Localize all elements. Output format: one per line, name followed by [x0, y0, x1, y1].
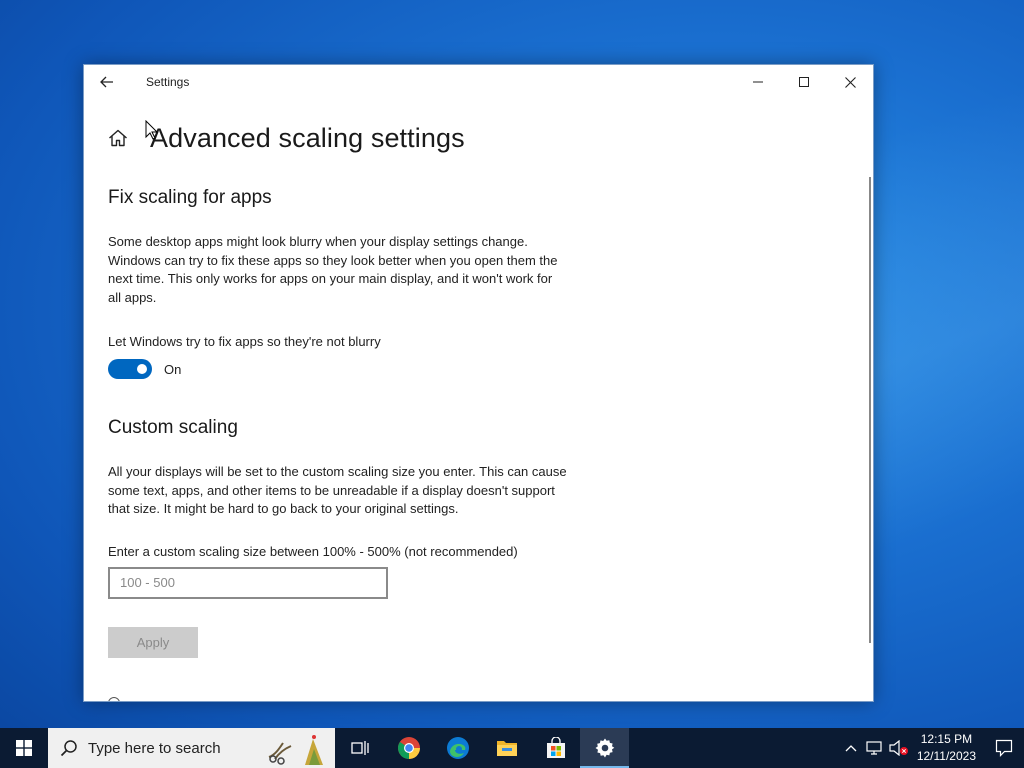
- settings-window: Settings Advanced scaling settings Fix s…: [83, 64, 874, 702]
- settings-taskbar-button[interactable]: [580, 728, 629, 768]
- edge-taskbar-button[interactable]: [433, 728, 482, 768]
- minimize-button[interactable]: [735, 65, 781, 99]
- maximize-button[interactable]: [781, 65, 827, 99]
- scrollbar[interactable]: [869, 177, 871, 643]
- custom-scaling-input-label: Enter a custom scaling size between 100%…: [108, 543, 518, 559]
- minimize-icon: [753, 81, 763, 83]
- file-explorer-icon: [496, 741, 517, 756]
- toggle-state-text: On: [164, 361, 182, 377]
- chevron-up-icon: [845, 745, 857, 752]
- back-button[interactable]: [84, 65, 130, 99]
- clock-date: 12/11/2023: [916, 749, 976, 763]
- windows-logo-icon: [16, 740, 32, 756]
- task-view-button[interactable]: [335, 728, 384, 768]
- home-button[interactable]: [106, 121, 130, 155]
- taskbar-clock[interactable]: 12:15 PM 12/11/2023: [917, 731, 976, 765]
- title-bar: Settings: [84, 65, 873, 99]
- fix-apps-toggle-row: On: [108, 359, 568, 379]
- page-title: Advanced scaling settings: [150, 122, 465, 153]
- task-view-icon: [350, 741, 369, 755]
- settings-gear-icon: [595, 738, 614, 758]
- caption-buttons: [735, 65, 873, 99]
- custom-scaling-heading: Custom scaling: [108, 417, 238, 438]
- start-button[interactable]: [0, 728, 48, 768]
- chrome-taskbar-button[interactable]: [384, 728, 433, 768]
- partial-circle-icon: [108, 697, 120, 701]
- taskbar: Type here to search 12:15 PM 12/11/2023: [0, 728, 1024, 768]
- fix-scaling-heading: Fix scaling for apps: [108, 187, 272, 208]
- settings-content: Fix scaling for apps Some desktop apps m…: [108, 187, 568, 658]
- mouse-cursor-icon: [145, 120, 159, 140]
- maximize-icon: [799, 77, 809, 87]
- toggle-knob: [137, 364, 147, 374]
- apply-button[interactable]: Apply: [108, 626, 198, 658]
- system-tray: 12:15 PM 12/11/2023: [839, 728, 1024, 768]
- back-arrow-icon: [100, 76, 113, 88]
- search-highlight-art-icon: [268, 735, 323, 765]
- chrome-icon: [397, 737, 420, 759]
- home-icon: [109, 129, 127, 147]
- search-placeholder: Type here to search: [88, 739, 221, 757]
- store-icon: [546, 737, 565, 758]
- fix-scaling-description: Some desktop apps might look blurry when…: [108, 234, 558, 305]
- store-taskbar-button[interactable]: [531, 728, 580, 768]
- window-title: Settings: [146, 75, 190, 89]
- taskbar-search-box[interactable]: Type here to search: [48, 728, 335, 768]
- notification-icon: [995, 739, 1013, 757]
- close-button[interactable]: [827, 65, 873, 99]
- network-tray-button[interactable]: [863, 728, 887, 768]
- volume-tray-button[interactable]: [887, 728, 911, 768]
- close-icon: [844, 76, 856, 88]
- page-header: Advanced scaling settings: [106, 121, 465, 155]
- network-icon: [866, 741, 882, 755]
- file-explorer-taskbar-button[interactable]: [482, 728, 531, 768]
- show-hidden-icons-button[interactable]: [839, 728, 863, 768]
- fix-apps-toggle-label: Let Windows try to fix apps so they're n…: [108, 334, 381, 349]
- fix-apps-toggle[interactable]: [108, 359, 152, 379]
- search-icon: [60, 740, 77, 757]
- edge-icon: [446, 737, 469, 759]
- action-center-button[interactable]: [984, 728, 1024, 768]
- custom-scaling-input[interactable]: [108, 566, 388, 599]
- volume-muted-icon: [889, 740, 908, 756]
- clock-time: 12:15 PM: [920, 732, 973, 746]
- custom-scaling-description: All your displays will be set to the cus…: [108, 464, 567, 516]
